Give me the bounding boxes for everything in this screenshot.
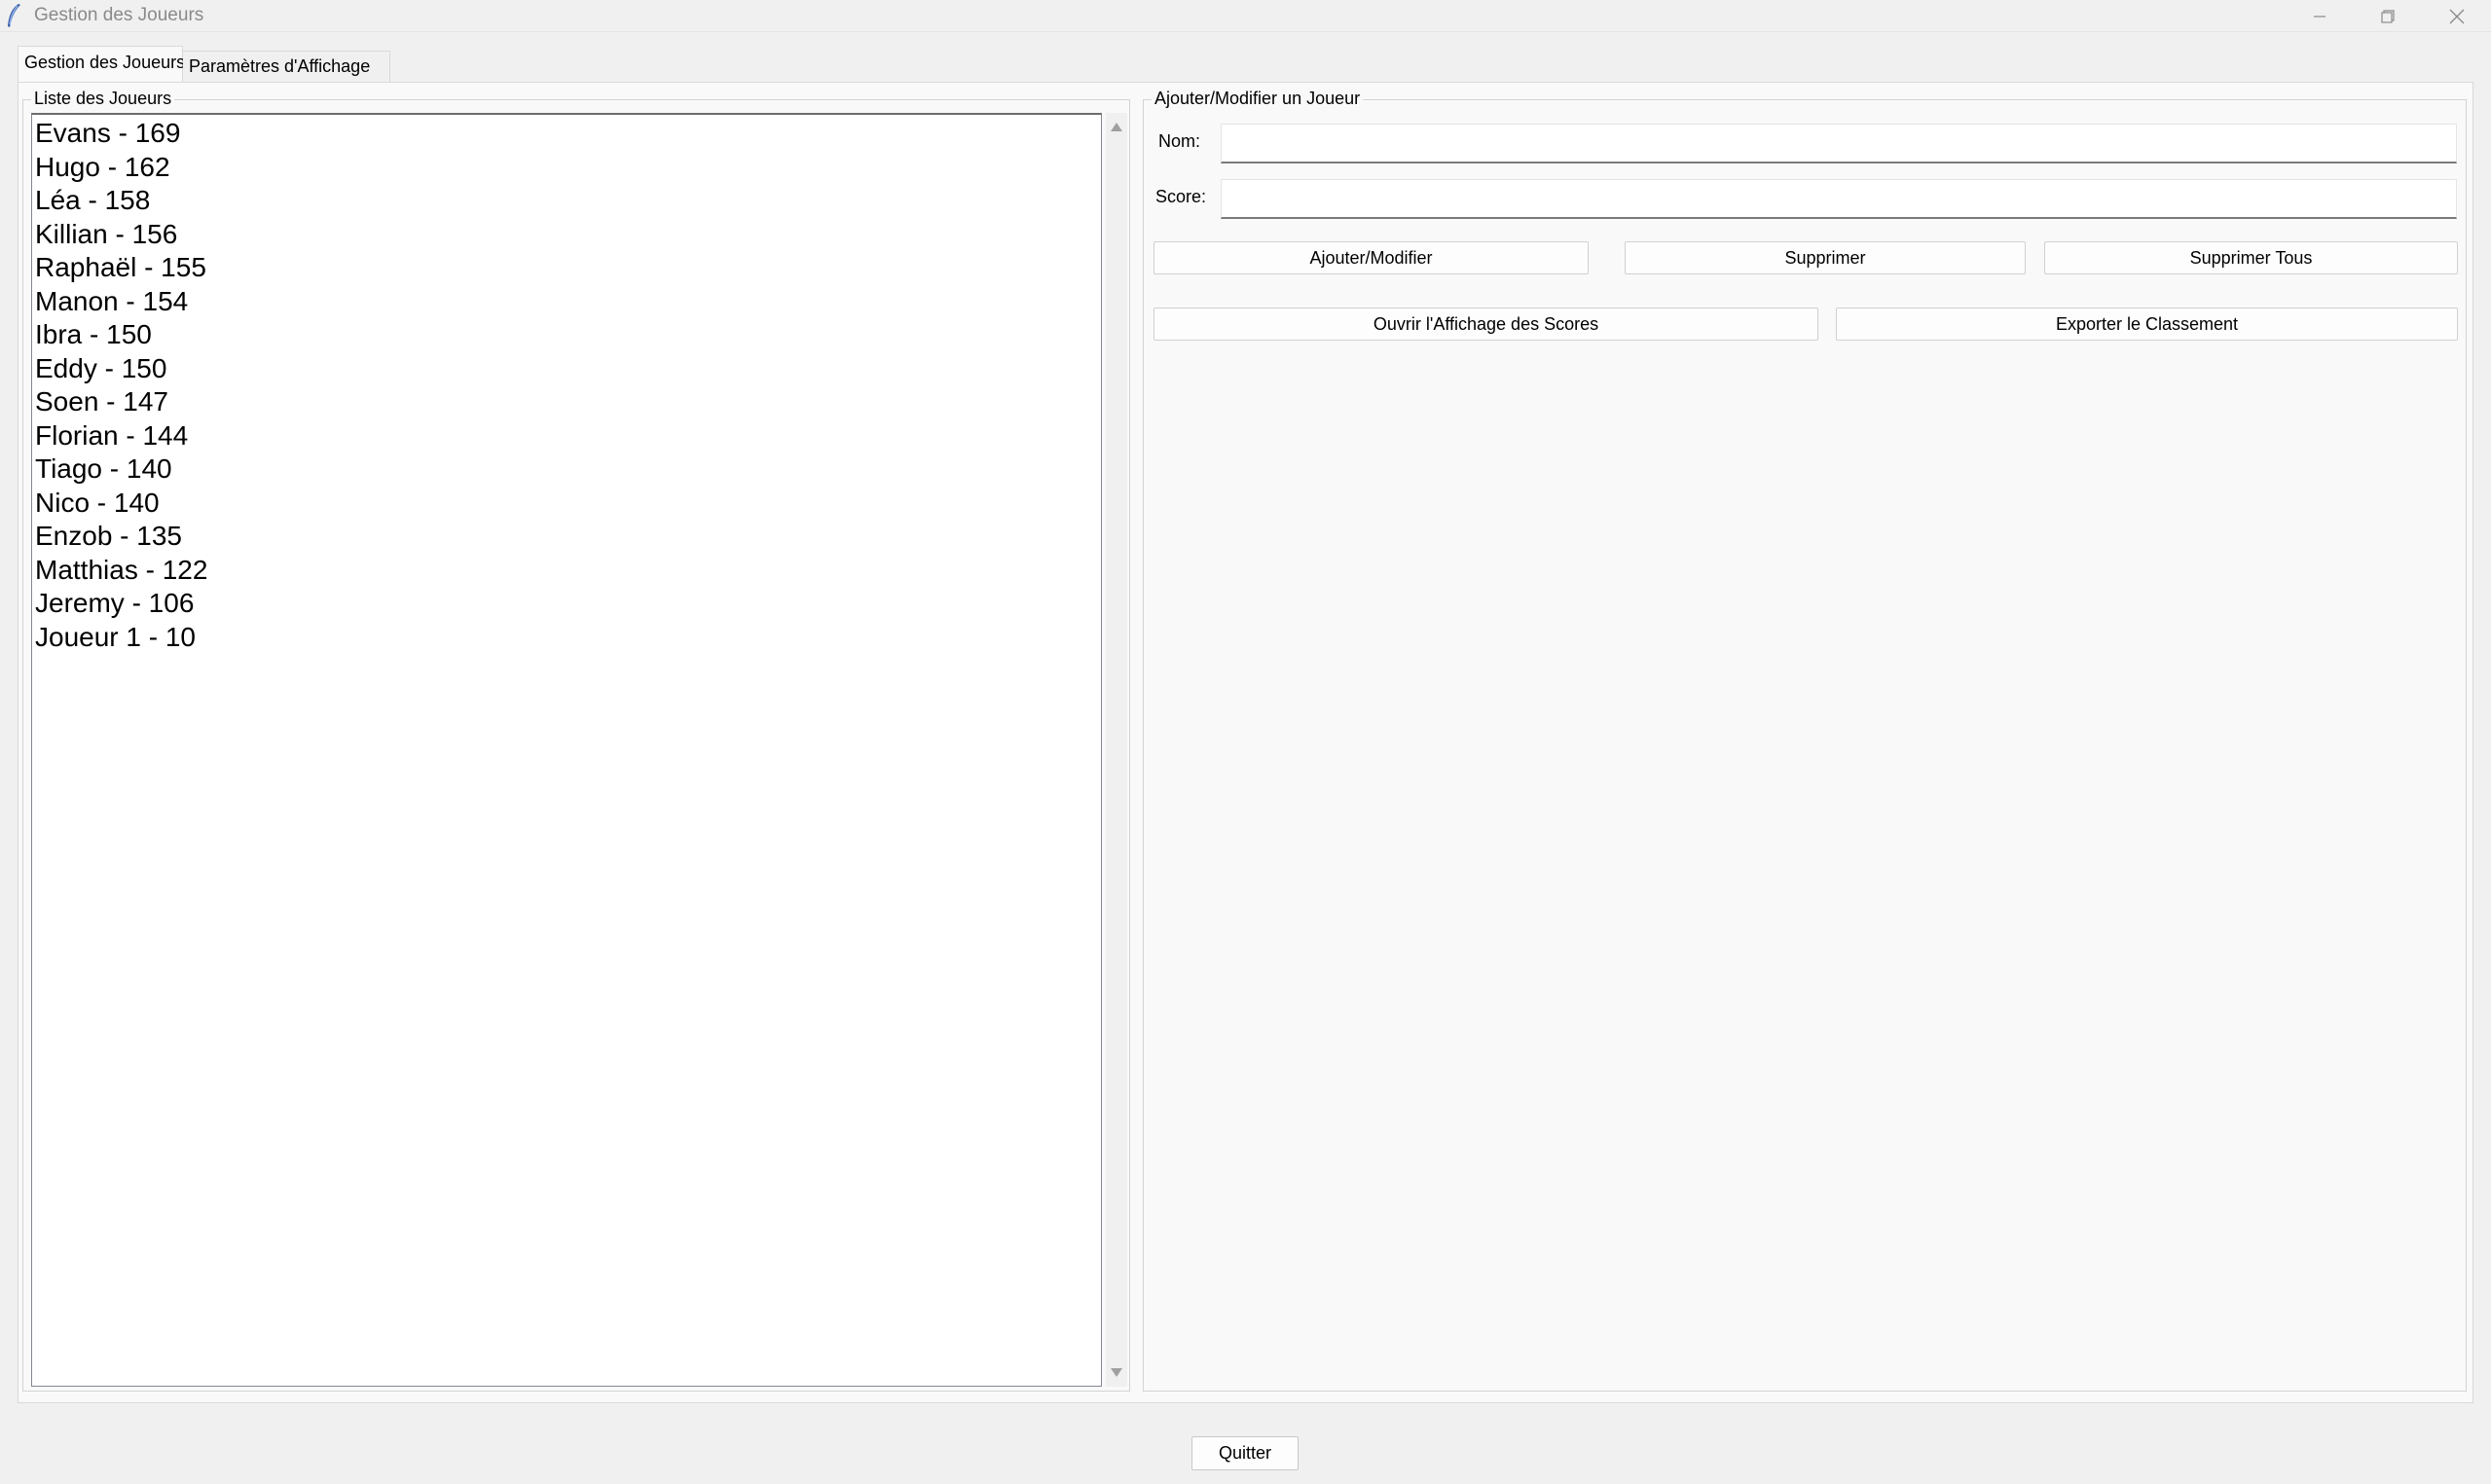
player-form-frame-label: Ajouter/Modifier un Joueur (1152, 89, 1364, 109)
close-icon (2449, 9, 2465, 23)
list-item[interactable]: Manon - 154 (32, 285, 1101, 319)
player-form-frame: Ajouter/Modifier un Joueur Nom: Score: A… (1143, 89, 2467, 1392)
close-button[interactable] (2423, 0, 2491, 32)
delete-all-button[interactable]: Supprimer Tous (2044, 241, 2458, 274)
list-item[interactable]: Nico - 140 (32, 487, 1101, 521)
player-list-items: Evans - 169 Hugo - 162 Léa - 158 Killian - … (32, 115, 1101, 654)
feather-icon (8, 4, 20, 27)
list-item[interactable]: Florian - 144 (32, 419, 1101, 453)
player-list-scrollbar[interactable] (1106, 113, 1127, 1387)
player-list-frame-label: Liste des Joueurs (31, 89, 175, 109)
list-item[interactable]: Tiago - 140 (32, 452, 1101, 487)
list-item[interactable]: Enzob - 135 (32, 520, 1101, 554)
add-modify-button[interactable]: Ajouter/Modifier (1154, 241, 1589, 274)
tab-label: Gestion des Joueurs (24, 53, 186, 72)
tab-panel: Liste des Joueurs Evans - 169 Hugo - 162 L… (18, 82, 2473, 1403)
title-bar: Gestion des Joueurs (0, 0, 2491, 32)
score-input[interactable] (1221, 179, 2457, 219)
list-item[interactable]: Léa - 158 (32, 184, 1101, 218)
list-item[interactable]: Evans - 169 (32, 117, 1101, 151)
list-item[interactable]: Matthias - 122 (32, 554, 1101, 588)
tab-gestion-joueurs[interactable]: Gestion des Joueurs (18, 46, 186, 82)
list-item[interactable]: Killian - 156 (32, 218, 1101, 252)
score-label: Score: (1155, 187, 1207, 206)
quit-button[interactable]: Quitter (1191, 1436, 1299, 1470)
name-input[interactable] (1221, 124, 2457, 163)
open-score-display-button[interactable]: Ouvrir l'Affichage des Scores (1154, 308, 1818, 341)
scroll-up-arrow-icon[interactable] (1111, 123, 1122, 131)
minimize-button[interactable] (2286, 0, 2354, 32)
player-listbox[interactable]: Evans - 169 Hugo - 162 Léa - 158 Killian - … (31, 113, 1102, 1387)
minimize-icon (2314, 15, 2326, 18)
list-item[interactable]: Jeremy - 106 (32, 587, 1101, 621)
tab-parametres-affichage[interactable]: Paramètres d'Affichage (183, 51, 390, 82)
name-label: Nom: (1158, 131, 1201, 151)
player-list-frame: Liste des Joueurs Evans - 169 Hugo - 162 L… (22, 89, 1130, 1392)
list-item[interactable]: Hugo - 162 (32, 151, 1101, 185)
scroll-down-arrow-icon[interactable] (1111, 1368, 1122, 1377)
window-title: Gestion des Joueurs (34, 5, 204, 25)
export-ranking-button[interactable]: Exporter le Classement (1836, 308, 2458, 341)
list-item[interactable]: Ibra - 150 (32, 318, 1101, 352)
list-item[interactable]: Joueur 1 - 10 (32, 621, 1101, 655)
restore-icon (2381, 9, 2395, 23)
restore-button[interactable] (2354, 0, 2422, 32)
list-item[interactable]: Soen - 147 (32, 385, 1101, 419)
delete-button[interactable]: Supprimer (1625, 241, 2026, 274)
list-item[interactable]: Raphaël - 155 (32, 251, 1101, 285)
tab-label: Paramètres d'Affichage (189, 56, 371, 76)
list-item[interactable]: Eddy - 150 (32, 352, 1101, 386)
